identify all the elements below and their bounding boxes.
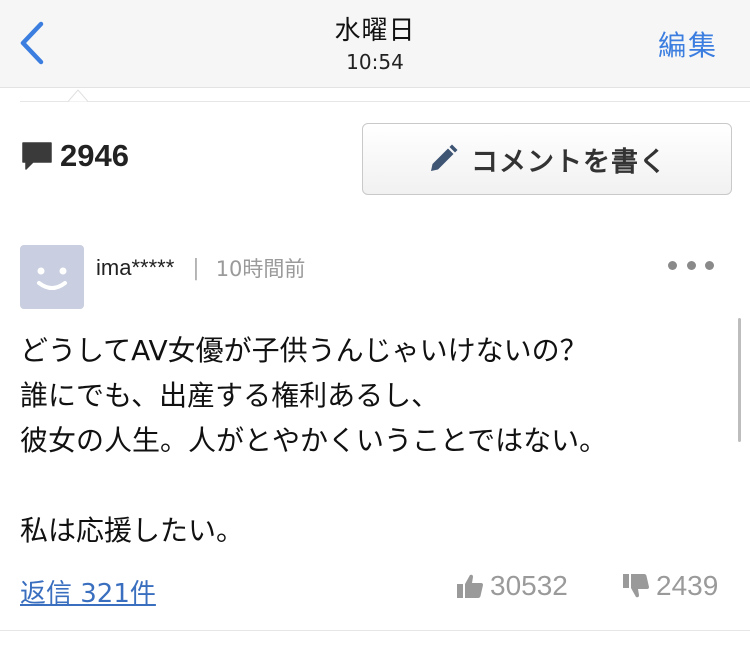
comment-line: 彼女の人生。人がとやかくいうことではない。 (20, 424, 608, 457)
nav-title: 水曜日 (334, 16, 416, 46)
more-dots-icon (668, 260, 677, 270)
username[interactable]: ima***** (96, 255, 174, 281)
notch-pointer (68, 89, 88, 102)
speech-bubble-icon (22, 142, 52, 170)
like-button[interactable]: 30532 (456, 570, 568, 602)
comment-line: 私は応援したい。 (20, 514, 245, 547)
meta-separator: | (192, 255, 200, 281)
bottom-divider (0, 630, 750, 631)
thumbs-down-icon (623, 574, 649, 598)
more-options-button[interactable] (668, 252, 714, 278)
screen: 水曜日 10:54 編集 2946 コメントを書く ima***** | 10時… (0, 0, 750, 646)
dislike-button[interactable]: 2439 (622, 570, 718, 602)
comment-meta: ima***** | 10時間前 (96, 253, 305, 283)
avatar[interactable] (20, 245, 84, 309)
divider (20, 101, 750, 102)
pencil-icon (431, 144, 458, 171)
timestamp: 10時間前 (215, 257, 306, 281)
more-dots-icon (705, 260, 714, 270)
nav-subtitle-time: 10:54 (346, 50, 404, 74)
edit-button[interactable]: 編集 (658, 24, 718, 64)
comment-count-value: 2946 (60, 138, 129, 173)
comment-line (20, 463, 730, 508)
scrollbar[interactable] (738, 318, 741, 442)
comment-line: 誰にでも、出産する権利あるし、 (20, 379, 440, 412)
comment-count: 2946 (20, 138, 129, 174)
thumbs-up-icon (457, 574, 483, 598)
comment-line: どうしてAV女優が子供うんじゃいけないの？ (20, 334, 588, 367)
more-dots-icon (686, 260, 696, 270)
navigation-bar: 水曜日 10:54 編集 (0, 0, 750, 88)
comment-body: どうしてAV女優が子供うんじゃいけないの？ 誰にでも、出産する権利あるし、 彼女… (20, 328, 730, 553)
dislike-count: 2439 (656, 570, 719, 601)
reply-link[interactable]: 返信 321件 (20, 573, 156, 610)
write-comment-label: コメントを書く (471, 146, 667, 178)
like-count: 30532 (490, 570, 568, 601)
write-comment-button[interactable]: コメントを書く (362, 123, 732, 195)
smiley-avatar-icon (37, 267, 67, 290)
